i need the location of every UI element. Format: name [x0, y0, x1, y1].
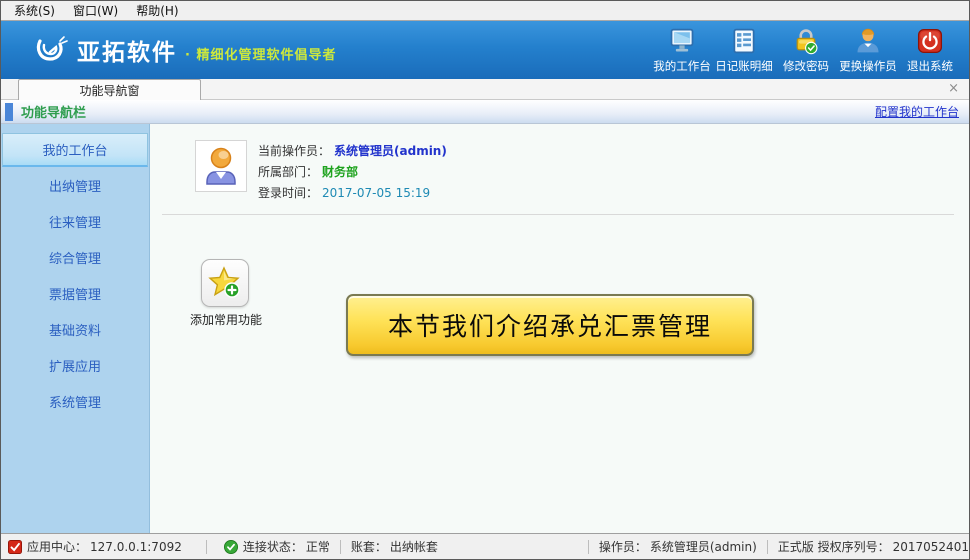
body: 我的工作台 出纳管理 往来管理 综合管理 票据管理 基础资料 扩展应用 系统管理… [1, 124, 969, 535]
lock-check-icon [792, 27, 820, 55]
brand: 亚拓软件 · 精细化管理软件倡导者 [33, 33, 336, 67]
account-book-label: 账套： [351, 538, 387, 555]
operator-label: 当前操作员： [258, 142, 330, 159]
menu-bar: 系统(S) 窗口(W) 帮助(H) [1, 1, 969, 21]
sidebar-item-comprehensive-mgmt[interactable]: 综合管理 [1, 239, 149, 275]
status-operator-label: 操作员： [599, 538, 647, 555]
toolbar-label: 日记账明细 [715, 58, 773, 74]
status-operator-value: 系统管理员(admin) [650, 538, 757, 555]
avatar [195, 140, 247, 192]
sidebar-item-extended-apps[interactable]: 扩展应用 [1, 347, 149, 383]
toolbar-label: 修改密码 [783, 58, 829, 74]
license-label: 正式版 授权序列号： [778, 538, 890, 555]
status-account-book: 账套： 出纳帐套 [351, 538, 438, 555]
menu-system[interactable]: 系统(S) [5, 0, 64, 21]
panel-header: 功能导航栏 配置我的工作台 [1, 100, 969, 124]
brand-slogan: · 精细化管理软件倡导者 [185, 44, 336, 63]
sidebar: 我的工作台 出纳管理 往来管理 综合管理 票据管理 基础资料 扩展应用 系统管理 [1, 124, 150, 535]
accent-bar [5, 103, 13, 121]
toolbar-label: 我的工作台 [653, 58, 711, 74]
separator [340, 540, 341, 554]
toolbar-exit-system[interactable]: 退出系统 [899, 25, 961, 74]
power-icon [916, 27, 944, 55]
status-operator: 操作员： 系统管理员(admin) [599, 538, 757, 555]
lesson-banner: 本节我们介绍承兑汇票管理 [346, 294, 754, 356]
divider [162, 214, 954, 215]
toolbar-journal-detail[interactable]: 日记账明细 [713, 25, 775, 74]
status-connection: 连接状态： 正常 [217, 538, 330, 555]
header-toolbar: 我的工作台 日记账明细 [651, 25, 961, 74]
menu-window[interactable]: 窗口(W) [64, 0, 127, 21]
ledger-icon [730, 27, 758, 55]
operator-value: 系统管理员(admin) [334, 142, 447, 159]
sidebar-item-system-mgmt[interactable]: 系统管理 [1, 383, 149, 419]
brand-logo-icon [33, 33, 69, 67]
app-center-label: 应用中心： [27, 538, 87, 555]
department-label: 所属部门： [258, 163, 318, 180]
account-book-value: 出纳帐套 [390, 538, 438, 555]
connection-ok-icon [224, 540, 238, 554]
tab-bar: 功能导航窗 × [1, 79, 969, 100]
brand-name: 亚拓软件 [77, 33, 177, 67]
avatar-person-icon [199, 144, 243, 188]
toolbar-label: 退出系统 [907, 58, 953, 74]
main-content: 当前操作员： 系统管理员(admin) 所属部门： 财务部 登录时间： 2017… [150, 124, 969, 535]
toolbar-change-password[interactable]: 修改密码 [775, 25, 837, 74]
panel-title: 功能导航栏 [21, 102, 86, 121]
app-header: 亚拓软件 · 精细化管理软件倡导者 我的工作台 [1, 21, 969, 79]
toolbar-my-workbench[interactable]: 我的工作台 [651, 25, 713, 74]
sidebar-item-bill-mgmt[interactable]: 票据管理 [1, 275, 149, 311]
user-icon [854, 27, 882, 55]
app-center-icon [8, 540, 22, 554]
connection-label: 连接状态： [243, 538, 303, 555]
add-favorite-label: 添加常用功能 [190, 311, 260, 328]
toolbar-label: 更换操作员 [839, 58, 897, 74]
monitor-icon [668, 27, 696, 55]
toolbar-switch-operator[interactable]: 更换操作员 [837, 25, 899, 74]
close-icon[interactable]: × [948, 81, 959, 97]
connection-value: 正常 [306, 538, 330, 555]
license-value: 2017052401 [893, 540, 969, 554]
lesson-banner-text: 本节我们介绍承兑汇票管理 [388, 307, 712, 343]
department-value: 财务部 [322, 163, 358, 180]
separator [588, 540, 589, 554]
separator [206, 540, 207, 554]
status-license: 正式版 授权序列号： 2017052401 [778, 538, 969, 555]
login-time-value: 2017-07-05 15:19 [322, 186, 430, 200]
tab-function-nav[interactable]: 功能导航窗 [18, 79, 201, 100]
sidebar-item-cashier-mgmt[interactable]: 出纳管理 [1, 167, 149, 203]
status-app-center: 应用中心： 127.0.0.1:7092 [1, 538, 182, 555]
sidebar-item-my-workbench[interactable]: 我的工作台 [2, 133, 148, 167]
menu-help[interactable]: 帮助(H) [127, 0, 187, 21]
configure-workbench-link[interactable]: 配置我的工作台 [875, 103, 959, 120]
star-plus-icon [208, 266, 242, 300]
app-window: 系统(S) 窗口(W) 帮助(H) 亚拓软件 · 精细化管理软件倡导者 [0, 0, 970, 560]
add-favorite-button[interactable]: 添加常用功能 [190, 259, 260, 328]
status-bar: 应用中心： 127.0.0.1:7092 连接状态： 正常 账套： 出纳帐套 操… [1, 533, 969, 559]
sidebar-item-basic-data[interactable]: 基础资料 [1, 311, 149, 347]
operator-info: 当前操作员： 系统管理员(admin) 所属部门： 财务部 登录时间： 2017… [258, 140, 447, 203]
sidebar-item-contacts-mgmt[interactable]: 往来管理 [1, 203, 149, 239]
app-center-value: 127.0.0.1:7092 [90, 540, 182, 554]
separator [767, 540, 768, 554]
login-time-label: 登录时间： [258, 184, 318, 201]
